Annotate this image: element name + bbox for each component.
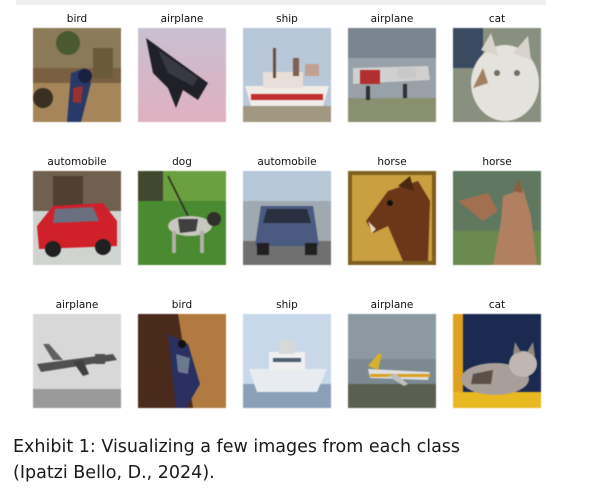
grid-cell: airplane — [348, 298, 436, 408]
class-label: airplane — [55, 299, 99, 311]
grey-airplane-photo — [33, 314, 121, 408]
class-label: bird — [66, 13, 88, 25]
grid-cell: automobile — [33, 155, 121, 265]
red-car-photo — [33, 171, 121, 265]
class-label: dog — [172, 156, 192, 168]
blue-car-photo — [243, 171, 331, 265]
class-label: horse — [377, 156, 407, 168]
top-divider — [16, 0, 546, 5]
class-label: cat — [488, 13, 506, 25]
stealth-bomber-photo — [138, 28, 226, 122]
grid-cell: cat — [453, 298, 541, 408]
class-label: airplane — [370, 13, 414, 25]
grid-cell: horse — [453, 155, 541, 265]
grid-cell: ship — [243, 298, 331, 408]
airplane-photo — [348, 28, 436, 122]
class-label: ship — [276, 299, 298, 311]
class-label: ship — [276, 13, 298, 25]
grid-cell: ship — [243, 12, 331, 122]
cat-on-yellow-photo — [453, 314, 541, 408]
caption-line-2: (Ipatzi Bello, D., 2024). — [13, 463, 215, 483]
grid-cell: dog — [138, 155, 226, 265]
class-label: horse — [482, 156, 512, 168]
grid-cell: airplane — [138, 12, 226, 122]
grid-cell: bird — [33, 12, 121, 122]
dog-on-grass-photo — [138, 171, 226, 265]
class-label: airplane — [160, 13, 204, 25]
class-label: automobile — [257, 156, 317, 168]
caption-line-1: Exhibit 1: Visualizing a few images from… — [13, 437, 461, 457]
figure-caption: Exhibit 1: Visualizing a few images from… — [13, 434, 583, 486]
white-cat-photo — [453, 28, 541, 122]
jet-on-runway-photo — [348, 314, 436, 408]
class-label: automobile — [47, 156, 107, 168]
bird-photo — [33, 28, 121, 122]
grid-cell: airplane — [348, 12, 436, 122]
grid-cell: bird — [138, 298, 226, 408]
grid-cell: airplane — [33, 298, 121, 408]
class-label: bird — [171, 299, 193, 311]
horse-photo — [453, 171, 541, 265]
class-label: airplane — [370, 299, 414, 311]
brown-horse-photo — [348, 171, 436, 265]
grid-cell: cat — [453, 12, 541, 122]
image-grid: bird airplane ship airplane cat automobi… — [33, 12, 553, 408]
class-label: cat — [488, 299, 506, 311]
grid-cell: horse — [348, 155, 436, 265]
white-ship-photo — [243, 314, 331, 408]
grid-cell: automobile — [243, 155, 331, 265]
ship-photo — [243, 28, 331, 122]
bird-closeup-photo — [138, 314, 226, 408]
